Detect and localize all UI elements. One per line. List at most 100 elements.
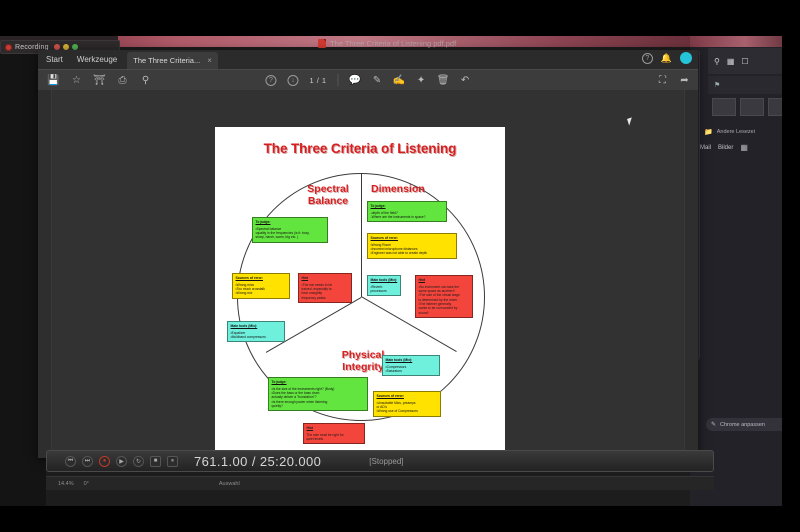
note-dimension-to-judge: To judge: -depth of the field? -Where ar… — [367, 201, 447, 223]
avatar[interactable] — [680, 52, 692, 64]
thumbnail-item[interactable] — [712, 98, 736, 116]
save-icon[interactable]: 💾 — [47, 75, 59, 86]
pen-icon[interactable]: ✎ — [372, 75, 383, 86]
customize-chrome-button[interactable]: ✎ Chrome anpassen — [706, 418, 792, 431]
note-physical-to-judge: To judge: •Is the size of the instrument… — [268, 377, 368, 412]
fit-page-icon[interactable]: ⛶ — [657, 75, 668, 86]
bottom-black-band — [0, 506, 800, 532]
note-heading: Main tools (Mix): — [385, 358, 413, 362]
go-to-start-button[interactable]: ⏮ — [65, 455, 76, 467]
pdf-file-icon — [318, 39, 326, 48]
note-line: frequency peaks — [301, 295, 326, 300]
document-tab[interactable]: The Three Criteria... × — [127, 52, 218, 69]
menu-item-werkzeuge[interactable]: Werkzeuge — [77, 55, 117, 64]
pdf-left-pane[interactable] — [38, 90, 52, 458]
top-black-band — [0, 0, 800, 36]
customize-chrome-label: Chrome anpassen — [720, 421, 765, 428]
note-heading: To judge: — [370, 204, 386, 208]
page-counter: 1 / 1 — [309, 75, 327, 85]
loop-button[interactable]: ↻ — [133, 455, 144, 467]
zoom-level[interactable]: 14.4% — [58, 481, 74, 487]
pdf-toolbar-left[interactable]: 💾 ☆ ⛩ ⎙ ⚲ — [38, 75, 151, 86]
note-spectral-to-judge: To judge: •Spectral balance •quality in … — [252, 217, 328, 243]
section-label-dimension-line1: Dimension — [371, 183, 425, 195]
pdf-toolbar-right[interactable]: ⛶ ➦ — [657, 75, 690, 86]
right-black-band — [782, 0, 800, 532]
pdf-toolbar-center[interactable]: ? ↓ 1 / 1 💬 ✎ ✍ ✦ 🗑 ↶ — [265, 74, 470, 86]
pdf-account-area[interactable]: ? 🔔 — [641, 52, 692, 64]
apps-grid-icon[interactable]: ▦ — [740, 143, 748, 152]
note-line: •Multiband compressors — [230, 335, 266, 340]
section-label-spectral-line2: Balance — [307, 195, 349, 207]
background-app-tabs[interactable]: Mail Bilder ▦ — [700, 143, 748, 152]
print-icon[interactable]: ⎙ — [117, 75, 128, 86]
timecode-display: 761.1.00 / 25:20.000 — [194, 453, 322, 469]
page-title: The Three Criteria of Listening — [263, 141, 457, 156]
note-line: •Saturators — [385, 369, 402, 374]
pdf-right-pane[interactable] — [684, 90, 698, 458]
note-line: sharp, harsh, warm, big etc. ) — [255, 235, 299, 240]
pdf-menu-bar[interactable]: Start Werkzeuge — [38, 50, 117, 69]
note-heading: Sources of error: — [235, 276, 264, 280]
note-heading: Main tools (Mix): — [230, 324, 258, 328]
tab-mail[interactable]: Mail — [700, 145, 711, 151]
help-icon[interactable]: ? — [265, 74, 277, 86]
shapes-icon[interactable]: ✦ — [416, 75, 427, 86]
note-dimension-main-tools: Main tools (Mix): •Reverb processors — [367, 275, 401, 297]
transport-bar[interactable]: ⏮ ⏭ ● ▶ ↻ ■ ⏸ 761.1.00 / 25:20.000 [Stop… — [46, 450, 714, 472]
highlight-icon[interactable]: ✍ — [393, 75, 405, 86]
window-icon[interactable]: ☐ — [741, 57, 748, 66]
grid-icon[interactable]: ▦ — [727, 57, 735, 66]
download-icon[interactable]: ↓ — [287, 74, 299, 86]
menu-item-start[interactable]: Start — [46, 55, 63, 64]
share-icon[interactable]: ➦ — [679, 75, 690, 86]
pdf-page: The Three Criteria of Listening Spectral… — [215, 127, 505, 458]
record-dot-icon — [5, 43, 12, 51]
note-heading: Main tools (Mix): — [370, 278, 398, 282]
note-line: •Wrong use of Compressors — [376, 409, 418, 414]
pause-button[interactable]: ⏸ — [167, 455, 178, 467]
note-heading: To judge: — [271, 380, 287, 384]
document-tab-label: The Three Criteria... — [133, 56, 201, 65]
bookmark-folder-label: Andere Lesezei — [716, 129, 755, 135]
note-heading: Hint — [301, 276, 309, 280]
grid-angle[interactable]: 0° — [84, 481, 89, 487]
search-icon[interactable]: ⚲ — [714, 57, 720, 66]
note-heading: Hint — [306, 426, 314, 430]
record-button[interactable]: ● — [99, 455, 110, 467]
note-spectral-hint: Hint •The ear needs to be trained, espec… — [298, 273, 352, 303]
pdf-window-title-text: The Three Criteria of Listening pdf.pdf — [330, 39, 457, 48]
status-bar[interactable]: 14.4% 0° Auswahl — [46, 476, 714, 490]
pdf-tab-bar: Start Werkzeuge The Three Criteria... × — [38, 50, 698, 69]
note-dimension-hint: Hint •No instrument can take the same sp… — [415, 275, 473, 318]
section-label-spectral: Spectral Balance — [289, 183, 367, 207]
screen-root: ⚲ ▦ ☐ ⚑ 📁 Andere Lesezei Mail Bilder ▦ ⟳… — [0, 0, 800, 532]
close-tab-icon[interactable]: × — [207, 56, 212, 65]
pdf-reader-window: Start Werkzeuge The Three Criteria... × … — [38, 50, 698, 458]
note-line: •Wrong mix — [235, 291, 253, 296]
tab-bilder[interactable]: Bilder — [718, 145, 733, 151]
transport-status: [Stopped] — [369, 456, 404, 466]
comment-icon[interactable]: 💬 — [349, 75, 361, 86]
play-button[interactable]: ▶ — [116, 455, 127, 467]
thumbnail-item[interactable] — [740, 98, 764, 116]
pdf-toolbar[interactable]: 💾 ☆ ⛩ ⎙ ⚲ ? ↓ 1 / 1 💬 ✎ ✍ ✦ 🗑 ↶ ⛶ ➦ — [38, 69, 698, 90]
pdf-canvas[interactable]: The Three Criteria of Listening Spectral… — [38, 90, 698, 458]
help-circle-icon[interactable]: ? — [641, 52, 653, 64]
section-label-dimension: Dimension — [371, 183, 425, 195]
note-physical-sources-of-error: Sources of error: •Unsuitable Mics, prea… — [373, 391, 441, 417]
trash-icon[interactable]: 🗑 — [437, 75, 450, 86]
search-icon[interactable]: ⚲ — [140, 75, 151, 86]
note-spectral-main-tools: Main tools (Mix): •Equalizer •Multiband … — [227, 321, 285, 343]
note-heading: Sources of error: — [376, 394, 405, 398]
note-line: •Engineer was not able to create depth — [370, 251, 428, 256]
stop-button[interactable]: ■ — [150, 455, 161, 467]
bell-icon[interactable]: 🔔 — [661, 53, 672, 64]
folder-icon: 📁 — [704, 129, 713, 136]
undo-icon[interactable]: ↶ — [460, 75, 471, 86]
star-icon[interactable]: ☆ — [71, 75, 82, 86]
go-to-end-button[interactable]: ⏭ — [82, 455, 93, 467]
toolbar-divider — [337, 74, 339, 86]
upload-icon[interactable]: ⛩ — [93, 75, 106, 86]
note-heading: Hint — [418, 278, 426, 282]
